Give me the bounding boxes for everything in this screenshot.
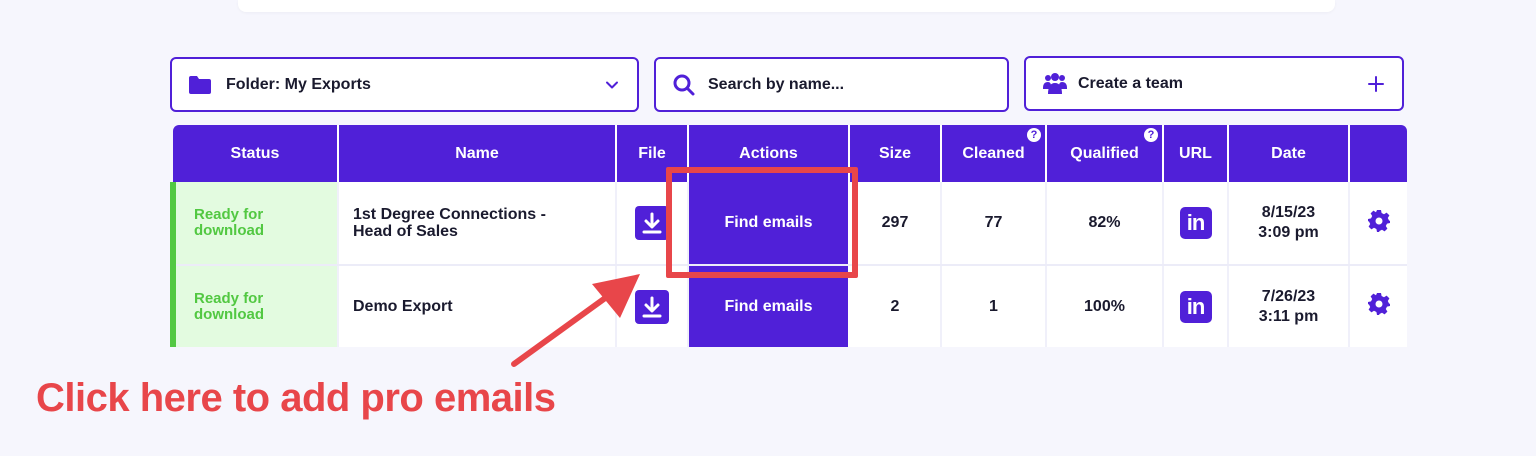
- date-cell: 7/26/23 3:11 pm: [1228, 265, 1350, 347]
- callout-text: Click here to add pro emails: [36, 376, 556, 420]
- export-name: Demo Export: [338, 265, 617, 347]
- date-line1: 7/26/23: [1261, 287, 1316, 305]
- header-cleaned[interactable]: Cleaned?: [941, 125, 1047, 182]
- help-icon[interactable]: ?: [1144, 128, 1158, 142]
- find-emails-button[interactable]: Find emails: [688, 265, 850, 347]
- search-icon: [673, 74, 695, 95]
- plus-icon[interactable]: [1368, 75, 1384, 92]
- url-cell: in: [1163, 182, 1229, 266]
- chevron-down-icon[interactable]: [605, 80, 619, 89]
- date-line2: 3:09 pm: [1258, 224, 1319, 241]
- header-name[interactable]: Name: [338, 125, 617, 182]
- settings-cell: [1349, 265, 1407, 347]
- name-line2: Head of Sales: [353, 223, 458, 240]
- top-card: [238, 0, 1335, 12]
- qualified-cell: 82%: [1046, 182, 1164, 266]
- team-icon: [1043, 72, 1067, 94]
- folder-icon: [189, 75, 211, 94]
- help-icon[interactable]: ?: [1027, 128, 1041, 142]
- table-header-row: Status Name File Actions Size Cleaned? Q…: [173, 125, 1407, 182]
- folder-select[interactable]: Folder: My Exports: [170, 57, 639, 112]
- create-team-button[interactable]: Create a team: [1024, 56, 1404, 111]
- team-label: Create a team: [1078, 74, 1183, 92]
- download-icon[interactable]: [635, 206, 669, 240]
- folder-label: Folder: My Exports: [226, 75, 371, 93]
- cleaned-cell: 77: [941, 182, 1047, 266]
- file-cell: [616, 182, 689, 266]
- url-cell: in: [1163, 265, 1229, 347]
- download-icon[interactable]: [635, 289, 669, 324]
- header-date[interactable]: Date: [1228, 125, 1350, 182]
- status-line1: Ready for: [194, 289, 264, 307]
- status-line2: download: [194, 305, 264, 323]
- size-cell: 297: [849, 182, 942, 266]
- header-cleaned-label: Cleaned: [962, 144, 1025, 162]
- status-line2: download: [194, 222, 264, 239]
- gear-icon[interactable]: [1367, 292, 1391, 316]
- header-url: URL: [1163, 125, 1229, 182]
- settings-cell: [1349, 182, 1407, 266]
- search-input[interactable]: Search by name...: [654, 57, 1009, 112]
- gear-icon[interactable]: [1367, 209, 1391, 233]
- header-actions: Actions: [688, 125, 850, 182]
- status-badge: Ready for download: [170, 265, 339, 347]
- date-line1: 8/15/23: [1261, 204, 1316, 221]
- header-settings: [1349, 125, 1407, 182]
- status-line1: Ready for: [194, 206, 264, 223]
- cleaned-cell: 1: [941, 265, 1047, 347]
- table-row: Ready for download 1st Degree Connections…: [170, 182, 1407, 266]
- qualified-cell: 100%: [1046, 265, 1164, 347]
- date-line2: 3:11 pm: [1258, 307, 1319, 325]
- linkedin-icon[interactable]: in: [1179, 290, 1212, 323]
- exports-table: Status Name File Actions Size Cleaned? Q…: [170, 125, 1407, 347]
- find-emails-button[interactable]: Find emails: [688, 182, 850, 266]
- name-line1: 1st Degree Connections -: [353, 206, 546, 223]
- file-cell: [616, 265, 689, 347]
- export-name: 1st Degree Connections - Head of Sales: [338, 182, 617, 266]
- header-file: File: [616, 125, 689, 182]
- header-status[interactable]: Status: [173, 125, 339, 182]
- search-placeholder: Search by name...: [708, 75, 845, 93]
- table-row: Ready for download Demo Export Find email…: [170, 265, 1407, 347]
- header-qualified-label: Qualified: [1070, 144, 1139, 162]
- linkedin-icon[interactable]: in: [1179, 207, 1212, 239]
- size-cell: 2: [849, 265, 942, 347]
- header-size[interactable]: Size: [849, 125, 942, 182]
- date-cell: 8/15/23 3:09 pm: [1228, 182, 1350, 266]
- status-badge: Ready for download: [170, 182, 339, 266]
- header-qualified[interactable]: Qualified?: [1046, 125, 1164, 182]
